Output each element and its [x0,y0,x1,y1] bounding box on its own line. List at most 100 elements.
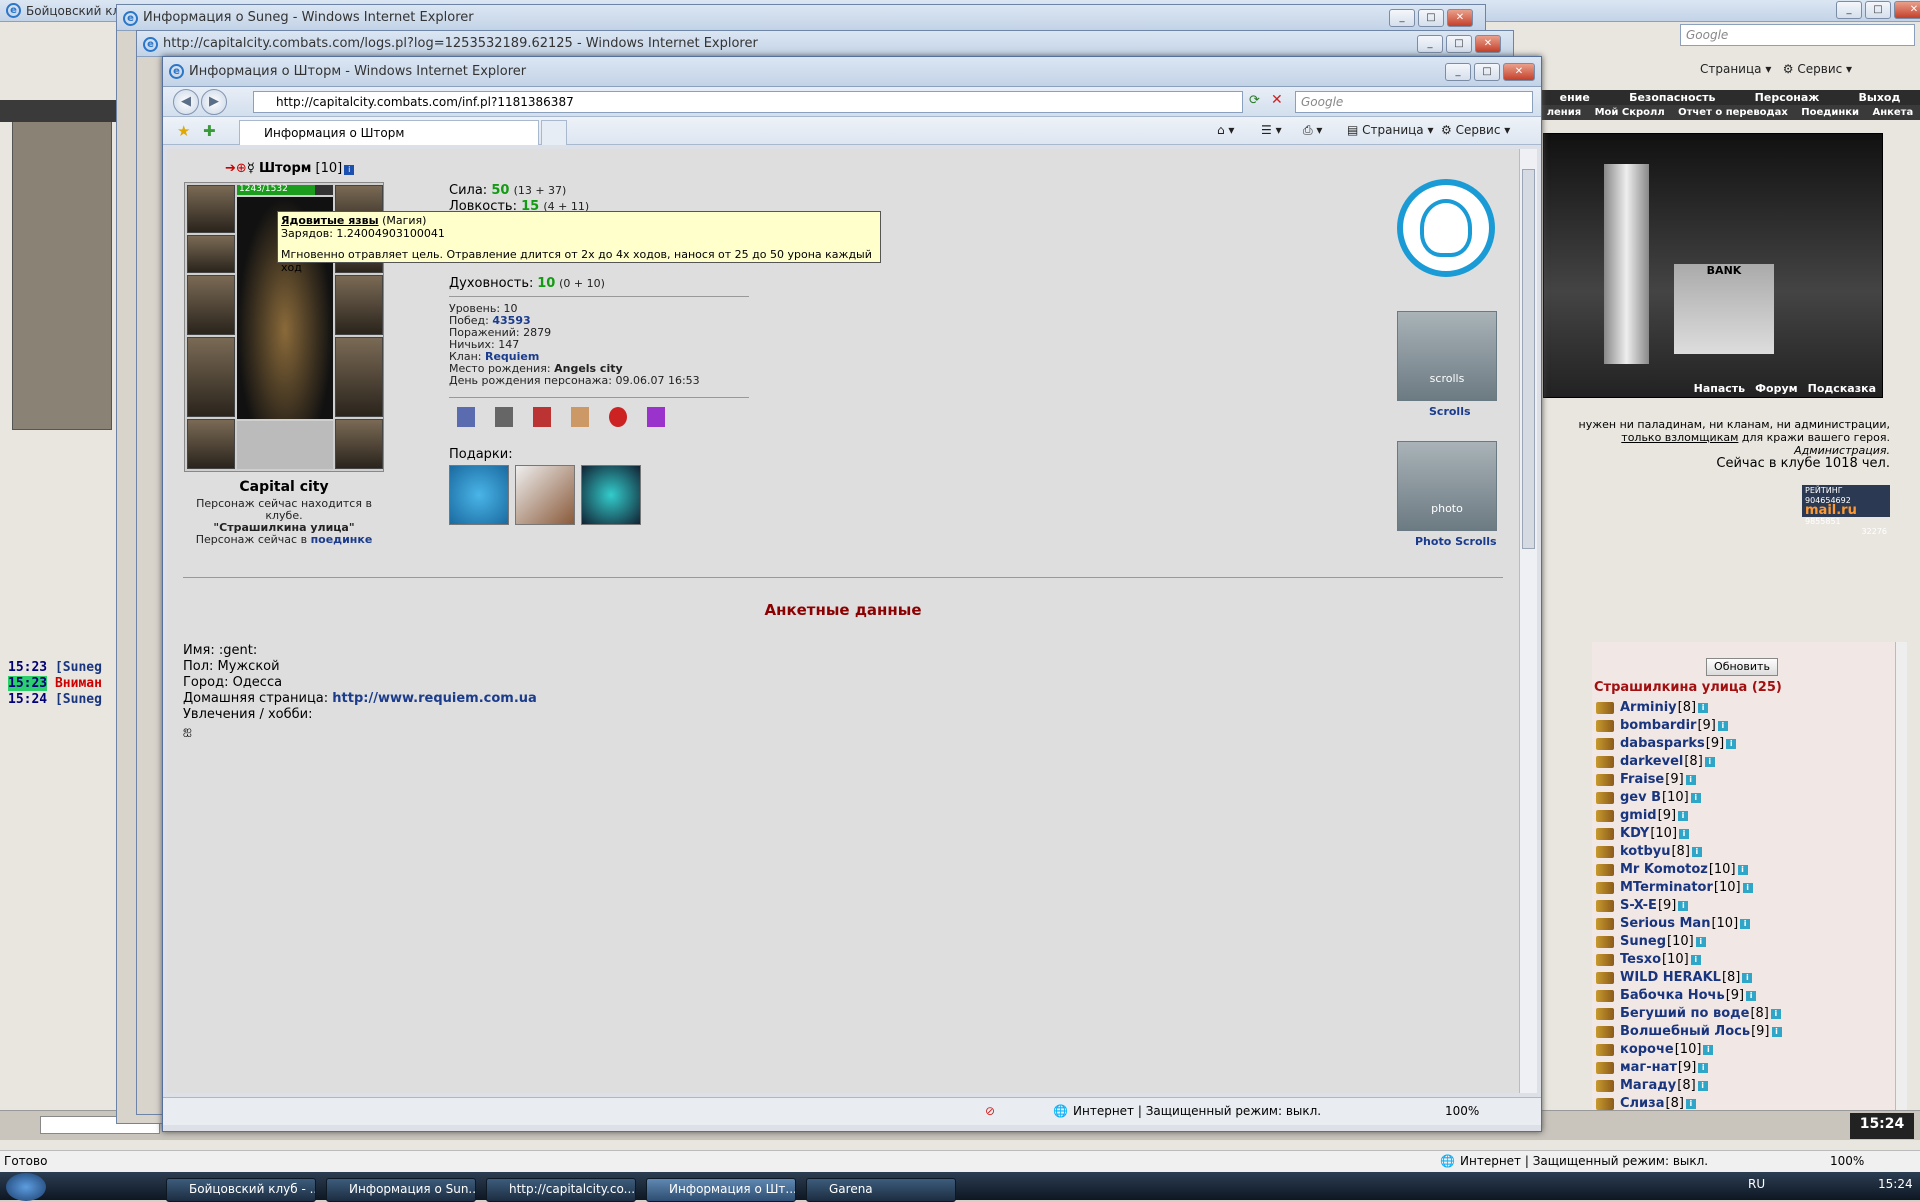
info-icon[interactable]: i [1695,937,1706,947]
info-icon[interactable]: i [1742,883,1753,893]
win3-search-input[interactable]: Google [1295,91,1533,113]
forward-button[interactable]: ▶ [201,89,227,115]
player-name[interactable]: WILD HERAKL [1620,969,1721,987]
player-name[interactable]: S-X-E [1620,897,1657,915]
player-row[interactable]: Бабочка Ночь [9] i [1596,987,1782,1005]
close-button[interactable]: ✕ [1894,1,1920,19]
info-icon[interactable]: i [1740,919,1751,929]
close-button[interactable]: ✕ [1447,9,1473,27]
menu-item-exit[interactable]: Выход [1859,90,1901,105]
player-name[interactable]: Волшебный Лось [1620,1023,1750,1041]
info-icon[interactable]: i [1698,1063,1709,1073]
taskbar-item[interactable]: Информация о Шт... [646,1178,796,1202]
player-row[interactable]: darkevel [8] i [1596,753,1782,771]
player-row[interactable]: Mr Komotoz [10] i [1596,861,1782,879]
boots-slot[interactable] [335,419,383,469]
photo-scrolls-link[interactable]: Photo Scrolls [1415,535,1497,548]
maximize-button[interactable]: □ [1865,1,1891,19]
gift-item[interactable] [449,465,509,525]
print-icon[interactable]: ⎙ ▾ [1303,123,1322,138]
bg-window-controls[interactable]: _ □ ✕ [1836,1,1920,19]
menu2-item-1[interactable]: ления [1547,105,1581,120]
city-map[interactable]: BANK Напасть Форум Подсказка [1543,133,1883,398]
shield-slot[interactable] [335,275,383,335]
player-row[interactable]: S-X-E [9] i [1596,897,1782,915]
lang-indicator[interactable]: RU [1748,1177,1765,1191]
info-icon[interactable]: i [1771,1027,1782,1037]
player-row[interactable]: bombardir [9] i [1596,717,1782,735]
feeds-icon[interactable]: ☰ ▾ [1261,123,1282,137]
player-row[interactable]: Serious Man [10] i [1596,915,1782,933]
new-tab-button[interactable] [541,120,567,145]
content-scrollbar[interactable] [1519,149,1537,1093]
player-name[interactable]: bombardir [1620,717,1696,735]
maximize-button[interactable]: □ [1418,9,1444,27]
player-row[interactable]: Волшебный Лось [9] i [1596,1023,1782,1041]
taskbar-item[interactable]: Бойцовский клуб - ... [166,1178,316,1202]
menu2-item-scroll[interactable]: Мой Скролл [1595,105,1665,120]
taskbar-item[interactable]: Информация о Sun... [326,1178,476,1202]
player-name[interactable]: Бегуший по воде [1620,1005,1749,1023]
player-name[interactable]: Suneg [1620,933,1666,951]
home-icon[interactable]: ⌂ ▾ [1217,123,1234,137]
player-row[interactable]: MTerminator [10] i [1596,879,1782,897]
player-row[interactable]: Магаду [8] i [1596,1077,1782,1095]
address-bar[interactable]: http://capitalcity.combats.com/inf.pl?11… [253,91,1243,113]
medal-icon[interactable] [495,407,513,427]
player-name[interactable]: KDY [1620,825,1649,843]
stop-icon[interactable]: ✕ [1271,92,1283,108]
medal-icon[interactable] [457,407,475,427]
belt-slot[interactable] [187,419,235,469]
notice-link[interactable]: только взломщикам [1621,431,1738,444]
minimize-button[interactable]: _ [1417,35,1443,53]
menu-item-character[interactable]: Персонаж [1755,90,1820,105]
medal-icon[interactable] [647,407,665,427]
bg-tools[interactable]: Страница ▾ ⚙ Сервис ▾ [1700,62,1852,76]
page-menu[interactable]: ▤ Страница ▾ [1347,123,1434,137]
info-icon[interactable]: i [1726,739,1737,749]
win3-controls[interactable]: _ □ ✕ [1445,63,1535,81]
info-icon[interactable]: i [1685,1099,1696,1109]
player-name[interactable]: Fraise [1620,771,1664,789]
player-name[interactable]: MTerminator [1620,879,1713,897]
player-row[interactable]: маг-нат [9] i [1596,1059,1782,1077]
player-name[interactable]: Бабочка Ночь [1620,987,1725,1005]
bg-search-input[interactable]: Google [1680,24,1915,46]
info-icon[interactable]: i [1678,901,1689,911]
popup-blocker-icon[interactable]: ⊘ [985,1104,995,1118]
info-icon[interactable]: i [1690,793,1701,803]
scrolls-emblem[interactable]: scrolls [1397,311,1497,401]
medal-icon[interactable] [533,407,551,427]
info-icon[interactable]: i [1717,721,1728,731]
zoom-level[interactable]: 100% [1445,1104,1479,1118]
bracers-slot[interactable] [187,235,235,273]
player-row[interactable]: dabasparks [9] i [1596,735,1782,753]
info-icon[interactable]: i [1678,811,1689,821]
helmet-slot[interactable] [187,185,235,233]
menu2-item-profile[interactable]: Анкета [1872,105,1913,120]
player-name[interactable]: Слиза [1620,1095,1665,1110]
player-name[interactable]: darkevel [1620,753,1683,771]
player-row[interactable]: Бегуший по воде [8] i [1596,1005,1782,1023]
info-icon[interactable]: i [1742,973,1753,983]
player-row[interactable]: Arminiy [8] i [1596,699,1782,717]
player-name[interactable]: gmid [1620,807,1657,825]
forum-link[interactable]: Форум [1755,382,1798,395]
player-name[interactable]: gev B [1620,789,1661,807]
player-row[interactable]: kotbyu [8] i [1596,843,1782,861]
scrolls-link[interactable]: Scrolls [1429,405,1471,418]
menu-item-1[interactable]: ение [1560,90,1590,105]
player-name[interactable]: маг-нат [1620,1059,1677,1077]
maximize-button[interactable]: □ [1474,63,1500,81]
player-name[interactable]: dabasparks [1620,735,1705,753]
pants-slot[interactable] [335,337,383,417]
photo-scrolls-emblem[interactable]: photo [1397,441,1497,531]
info-icon[interactable]: i [1697,1081,1708,1091]
player-row[interactable]: Fraise [9] i [1596,771,1782,789]
player-name[interactable]: короче [1620,1041,1674,1059]
info-icon[interactable]: i [1737,865,1748,875]
info-icon[interactable]: i [1703,1045,1714,1055]
info-icon[interactable]: i [1746,991,1757,1001]
player-row[interactable]: короче [10] i [1596,1041,1782,1059]
player-row[interactable]: WILD HERAKL [8] i [1596,969,1782,987]
